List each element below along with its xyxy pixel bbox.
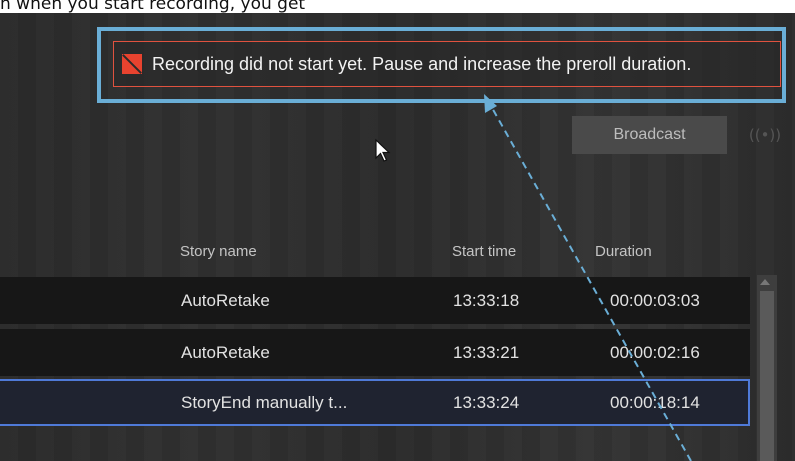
scroll-thumb[interactable] xyxy=(760,291,774,461)
start-time-cell: 13:33:18 xyxy=(453,291,520,310)
table-row[interactable]: AutoRetake 13:33:18 00:00:03:03 xyxy=(0,277,750,324)
mouse-cursor-icon xyxy=(375,138,391,162)
start-time-cell: 13:33:24 xyxy=(453,393,520,412)
column-header-start-time[interactable]: Start time xyxy=(452,243,516,260)
error-message: Recording did not start yet. Pause and i… xyxy=(152,53,692,74)
duration-cell: 00:00:03:03 xyxy=(610,291,700,310)
error-banner: Recording did not start yet. Pause and i… xyxy=(113,41,781,87)
caption-text: n when you start recording, you get xyxy=(0,0,306,14)
table-row-selected[interactable]: StoryEnd manually t... 13:33:24 00:00:18… xyxy=(0,379,750,426)
column-header-duration[interactable]: Duration xyxy=(595,243,652,260)
error-flag-icon xyxy=(122,54,142,74)
story-name-cell: AutoRetake xyxy=(181,291,270,310)
broadcast-signal-icon: ((•)) xyxy=(748,126,782,144)
app-window: Recording did not start yet. Pause and i… xyxy=(0,13,795,461)
duration-cell: 00:00:02:16 xyxy=(610,343,700,362)
start-time-cell: 13:33:21 xyxy=(453,343,520,362)
duration-cell: 00:00:18:14 xyxy=(610,393,700,412)
story-name-cell: StoryEnd manually t... xyxy=(181,393,348,412)
scroll-up-arrow-icon[interactable] xyxy=(760,279,770,285)
column-header-story-name[interactable]: Story name xyxy=(180,243,257,260)
broadcast-button[interactable]: Broadcast xyxy=(572,116,727,154)
table-scrollbar[interactable] xyxy=(757,275,777,461)
table-row[interactable]: AutoRetake 13:33:21 00:00:02:16 xyxy=(0,329,750,376)
story-name-cell: AutoRetake xyxy=(181,343,270,362)
